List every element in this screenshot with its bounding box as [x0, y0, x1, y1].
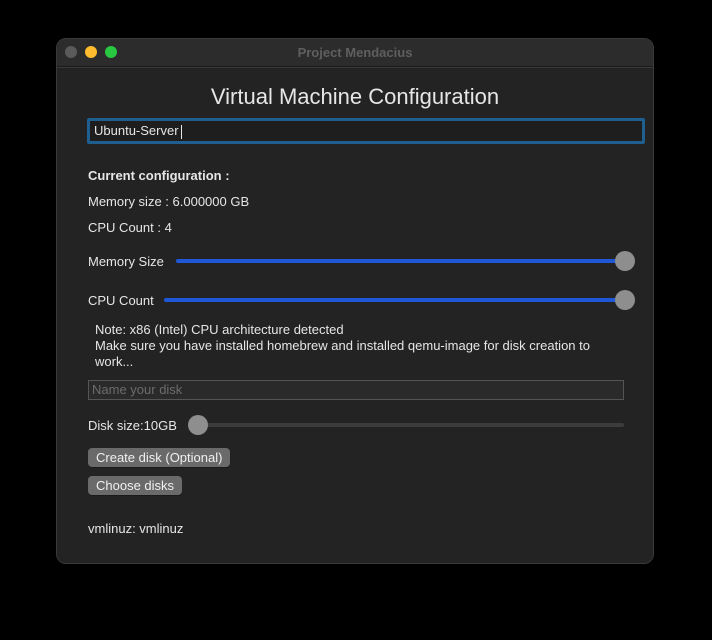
main-content: Virtual Machine Configuration Ubuntu-Ser… [57, 67, 653, 563]
memory-size-label: Memory Size [88, 254, 164, 269]
app-window: Project Mendacius Virtual Machine Config… [56, 38, 654, 564]
page-title: Virtual Machine Configuration [210, 84, 500, 109]
note-line-1: Note: x86 (Intel) CPU architecture detec… [95, 322, 344, 337]
memory-size-readout: Memory size : 6.000000 GB [88, 194, 250, 209]
disk-name-input[interactable]: Name your disk [88, 380, 624, 400]
cpu-count-label: CPU Count [88, 293, 154, 308]
cpu-count-readout: CPU Count : 4 [88, 220, 172, 235]
text-caret [180, 124, 182, 139]
note-line-2: Make sure you have installed homebrew an… [95, 338, 590, 369]
cpu-slider-knob[interactable] [615, 290, 635, 310]
architecture-note: Note: x86 (Intel) CPU architecture detec… [95, 322, 625, 370]
create-disk-button[interactable]: Create disk (Optional) [88, 448, 231, 467]
window-title: Project Mendacius [297, 45, 413, 60]
cpu-slider-track[interactable] [164, 298, 626, 302]
memory-slider-knob[interactable] [615, 251, 635, 271]
choose-disks-button[interactable]: Choose disks [88, 476, 183, 495]
disk-name-placeholder: Name your disk [92, 382, 183, 397]
memory-slider-track[interactable] [176, 259, 626, 263]
title-bar[interactable]: Project Mendacius [57, 39, 653, 67]
current-config-heading: Current configuration : [88, 168, 230, 183]
kernel-readout: vmlinuz: vmlinuz [88, 521, 184, 536]
vm-name-input[interactable]: Ubuntu-Server [87, 118, 645, 144]
vm-name-value: Ubuntu-Server [94, 123, 179, 138]
disk-slider-knob[interactable] [188, 415, 208, 435]
disk-size-label: Disk size:10GB [88, 418, 177, 433]
disk-slider-track[interactable] [188, 423, 624, 427]
